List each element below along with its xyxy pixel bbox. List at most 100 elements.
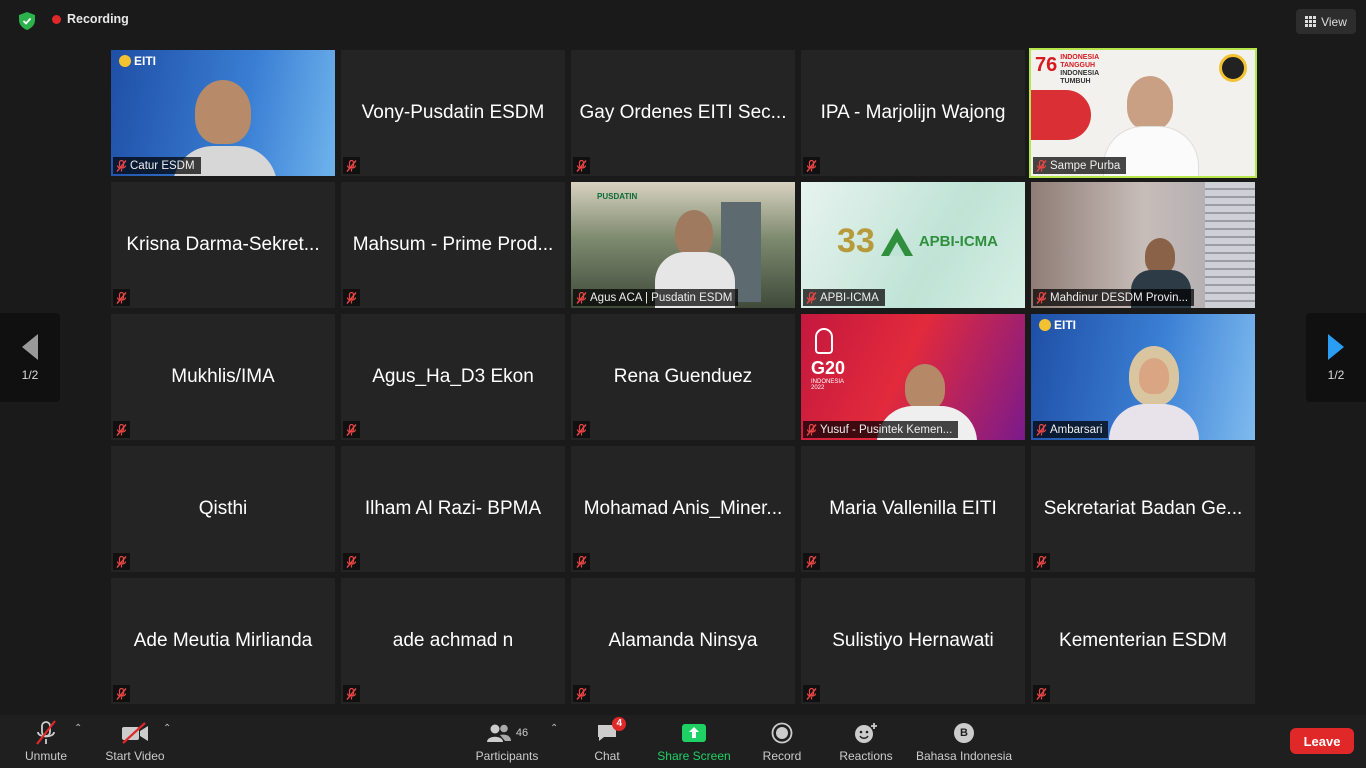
- muted-microphone-icon: [573, 685, 590, 702]
- page-indicator-left: 1/2: [21, 367, 39, 382]
- eiti-logo: EITI: [119, 54, 156, 68]
- chat-badge: 4: [612, 717, 626, 731]
- recording-indicator[interactable]: Recording: [52, 12, 129, 26]
- participant-name-tag: APBI-ICMA: [803, 289, 885, 306]
- participant-tile[interactable]: Agus_Ha_D3 Ekon: [341, 314, 565, 440]
- chat-button[interactable]: 4 Chat: [590, 717, 626, 763]
- participant-tile[interactable]: 76 INDONESIA TANGGUH INDONESIA TUMBUH Sampe P…: [1029, 48, 1257, 178]
- participant-tile[interactable]: EITI Ambarsari: [1031, 314, 1255, 440]
- view-label: View: [1321, 14, 1347, 29]
- record-button[interactable]: Record: [760, 720, 804, 763]
- participant-tile[interactable]: 33 APBI-ICMA APBI-ICMA: [801, 182, 1025, 308]
- participant-tile[interactable]: Sulistiyo Hernawati: [801, 578, 1025, 704]
- participant-grid: EITI Catur ESDM Vony-Pusdatin ESDM Gay Orde…: [111, 48, 1257, 704]
- unmute-label: Unmute: [24, 749, 68, 763]
- previous-page-button[interactable]: 1/2: [0, 313, 60, 402]
- participant-tile[interactable]: Krisna Darma-Sekret...: [111, 182, 335, 308]
- leave-button[interactable]: Leave: [1290, 728, 1354, 754]
- participant-name: Mohamad Anis_Miner...: [583, 498, 783, 519]
- participant-name: Vony-Pusdatin ESDM: [361, 102, 545, 123]
- record-icon: [771, 720, 793, 746]
- participant-tile[interactable]: ade achmad n: [341, 578, 565, 704]
- start-video-button[interactable]: Start Video: [102, 720, 168, 763]
- muted-microphone-icon: [343, 685, 360, 702]
- participant-tile[interactable]: Gay Ordenes EITI Sec...: [571, 50, 795, 176]
- muted-microphone-icon: [803, 685, 820, 702]
- participant-tile[interactable]: Ade Meutia Mirlianda: [111, 578, 335, 704]
- page-indicator-right: 1/2: [1327, 367, 1345, 382]
- grid-view-icon: [1305, 16, 1317, 27]
- muted-microphone-icon: [573, 421, 590, 438]
- muted-microphone-icon: [803, 553, 820, 570]
- participant-tile[interactable]: Qisthi: [111, 446, 335, 572]
- muted-microphone-icon: [343, 289, 360, 306]
- g20-logo: G20 INDONESIA 2022: [811, 328, 845, 391]
- muted-microphone-icon: [34, 720, 58, 746]
- participant-person: [195, 80, 251, 144]
- muted-microphone-icon: [1033, 421, 1050, 438]
- participant-name: Mahsum - Prime Prod...: [352, 234, 554, 255]
- record-label: Record: [762, 749, 802, 763]
- muted-microphone-icon: [803, 289, 820, 306]
- language-interpretation-button[interactable]: B Bahasa Indonesia: [912, 720, 1016, 763]
- participant-name: Kementerian ESDM: [1059, 630, 1227, 651]
- participant-tile[interactable]: Mohamad Anis_Miner...: [571, 446, 795, 572]
- share-screen-arrow-icon: [681, 720, 707, 746]
- share-screen-button[interactable]: Share Screen: [655, 720, 733, 763]
- video-off-icon: [121, 720, 149, 746]
- audio-options-chevron-up-icon[interactable]: ⌃: [74, 723, 82, 734]
- participant-tile[interactable]: EITI Catur ESDM: [111, 50, 335, 176]
- language-label: Bahasa Indonesia: [915, 749, 1013, 763]
- muted-microphone-icon: [113, 289, 130, 306]
- muted-microphone-icon: [1033, 685, 1050, 702]
- next-page-button[interactable]: 1/2: [1306, 313, 1366, 402]
- participant-name-tag: Sampe Purba: [1033, 157, 1127, 174]
- participant-tile[interactable]: Mahsum - Prime Prod...: [341, 182, 565, 308]
- arrow-right-icon: [1328, 333, 1344, 360]
- participant-name: Yusuf - Pusintek Kemen...: [820, 423, 953, 436]
- participant-name: Maria Vallenilla EITI: [829, 498, 997, 519]
- participant-tile[interactable]: IPA - Marjolijn Wajong: [801, 50, 1025, 176]
- participant-tile[interactable]: Ilham Al Razi- BPMA: [341, 446, 565, 572]
- participant-tile[interactable]: Sekretariat Badan Ge...: [1031, 446, 1255, 572]
- muted-microphone-icon: [113, 157, 130, 174]
- participant-name: Qisthi: [198, 498, 248, 519]
- participant-name: ade achmad n: [392, 630, 514, 651]
- esdm-emblem-icon: [1219, 54, 1247, 82]
- muted-microphone-icon: [343, 157, 360, 174]
- video-options-chevron-up-icon[interactable]: ⌃: [163, 723, 171, 734]
- participant-tile[interactable]: Mahdinur DESDM Provin...: [1031, 182, 1255, 308]
- view-button[interactable]: View: [1296, 9, 1356, 34]
- reactions-label: Reactions: [839, 749, 893, 763]
- participant-tile[interactable]: Vony-Pusdatin ESDM: [341, 50, 565, 176]
- reactions-button[interactable]: Reactions: [836, 720, 896, 763]
- muted-microphone-icon: [803, 157, 820, 174]
- participant-tile[interactable]: Alamanda Ninsya: [571, 578, 795, 704]
- start-video-label: Start Video: [105, 749, 165, 763]
- participant-tile[interactable]: Kementerian ESDM: [1031, 578, 1255, 704]
- participant-person: [1145, 238, 1175, 274]
- participants-icon: 46: [486, 720, 528, 746]
- participant-tile[interactable]: Mukhlis/IMA: [111, 314, 335, 440]
- participants-button[interactable]: 46 Participants: [470, 720, 544, 763]
- language-globe-icon: B: [954, 720, 974, 746]
- recording-dot-icon: [52, 14, 61, 24]
- participant-tile[interactable]: Rena Guenduez: [571, 314, 795, 440]
- participant-person: [675, 210, 713, 256]
- participant-name: Agus_Ha_D3 Ekon: [372, 366, 534, 387]
- participant-person: [905, 364, 945, 410]
- participant-name-tag: Agus ACA | Pusdatin ESDM: [573, 289, 739, 306]
- participant-tile[interactable]: Maria Vallenilla EITI: [801, 446, 1025, 572]
- share-screen-label: Share Screen: [657, 749, 731, 763]
- security-shield-icon[interactable]: [16, 10, 38, 32]
- participant-tile[interactable]: G20 INDONESIA 2022 Yusuf - Pusintek Kemen..…: [801, 314, 1025, 440]
- participant-name: Rena Guenduez: [613, 366, 753, 387]
- muted-microphone-icon: [573, 553, 590, 570]
- participant-name: APBI-ICMA: [820, 291, 879, 304]
- unmute-button[interactable]: Unmute: [22, 720, 70, 763]
- language-icon-letter: B: [954, 723, 974, 743]
- participants-options-chevron-up-icon[interactable]: ⌃: [550, 723, 558, 734]
- participant-name: Ilham Al Razi- BPMA: [364, 498, 542, 519]
- participant-tile[interactable]: PUSDATIN Agus ACA | Pusdatin ESDM: [571, 182, 795, 308]
- participant-name: Ambarsari: [1050, 423, 1103, 436]
